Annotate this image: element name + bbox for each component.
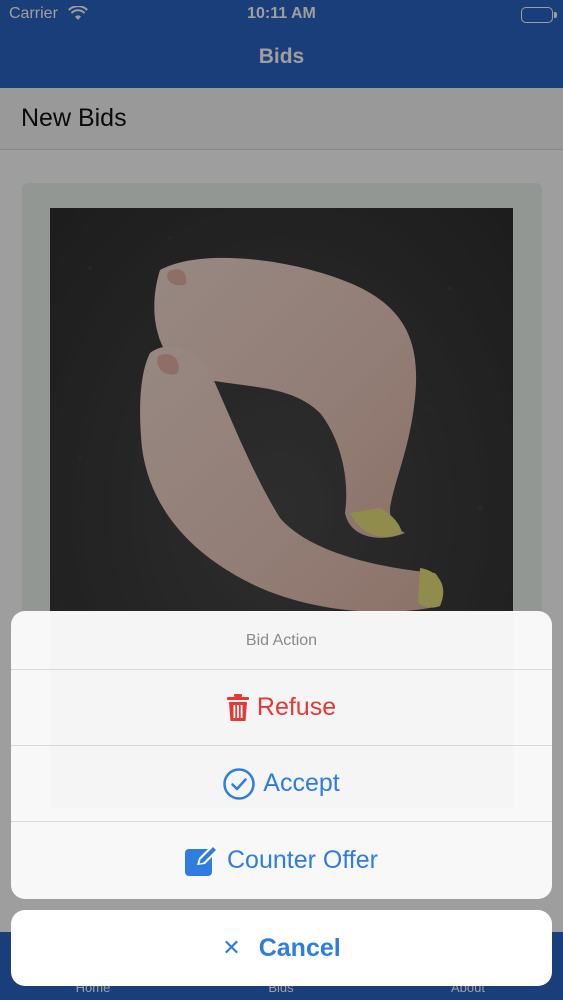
cancel-button[interactable]: ✕ Cancel bbox=[11, 910, 552, 986]
refuse-button[interactable]: Refuse bbox=[11, 670, 552, 746]
counter-offer-button[interactable]: Counter Offer bbox=[11, 822, 552, 898]
trash-icon bbox=[226, 693, 249, 722]
cancel-label: Cancel bbox=[258, 933, 341, 962]
edit-icon bbox=[184, 844, 219, 876]
action-sheet-title: Bid Action bbox=[11, 611, 552, 670]
accept-button[interactable]: Accept bbox=[11, 746, 552, 822]
refuse-label: Refuse bbox=[256, 693, 337, 721]
checkmark-circle-icon bbox=[223, 767, 256, 800]
accept-label: Accept bbox=[263, 769, 340, 797]
counter-offer-label: Counter Offer bbox=[226, 845, 378, 874]
close-icon: ✕ bbox=[222, 935, 241, 960]
bid-action-sheet: Bid Action Refuse Accept Counter Offer bbox=[11, 611, 552, 899]
